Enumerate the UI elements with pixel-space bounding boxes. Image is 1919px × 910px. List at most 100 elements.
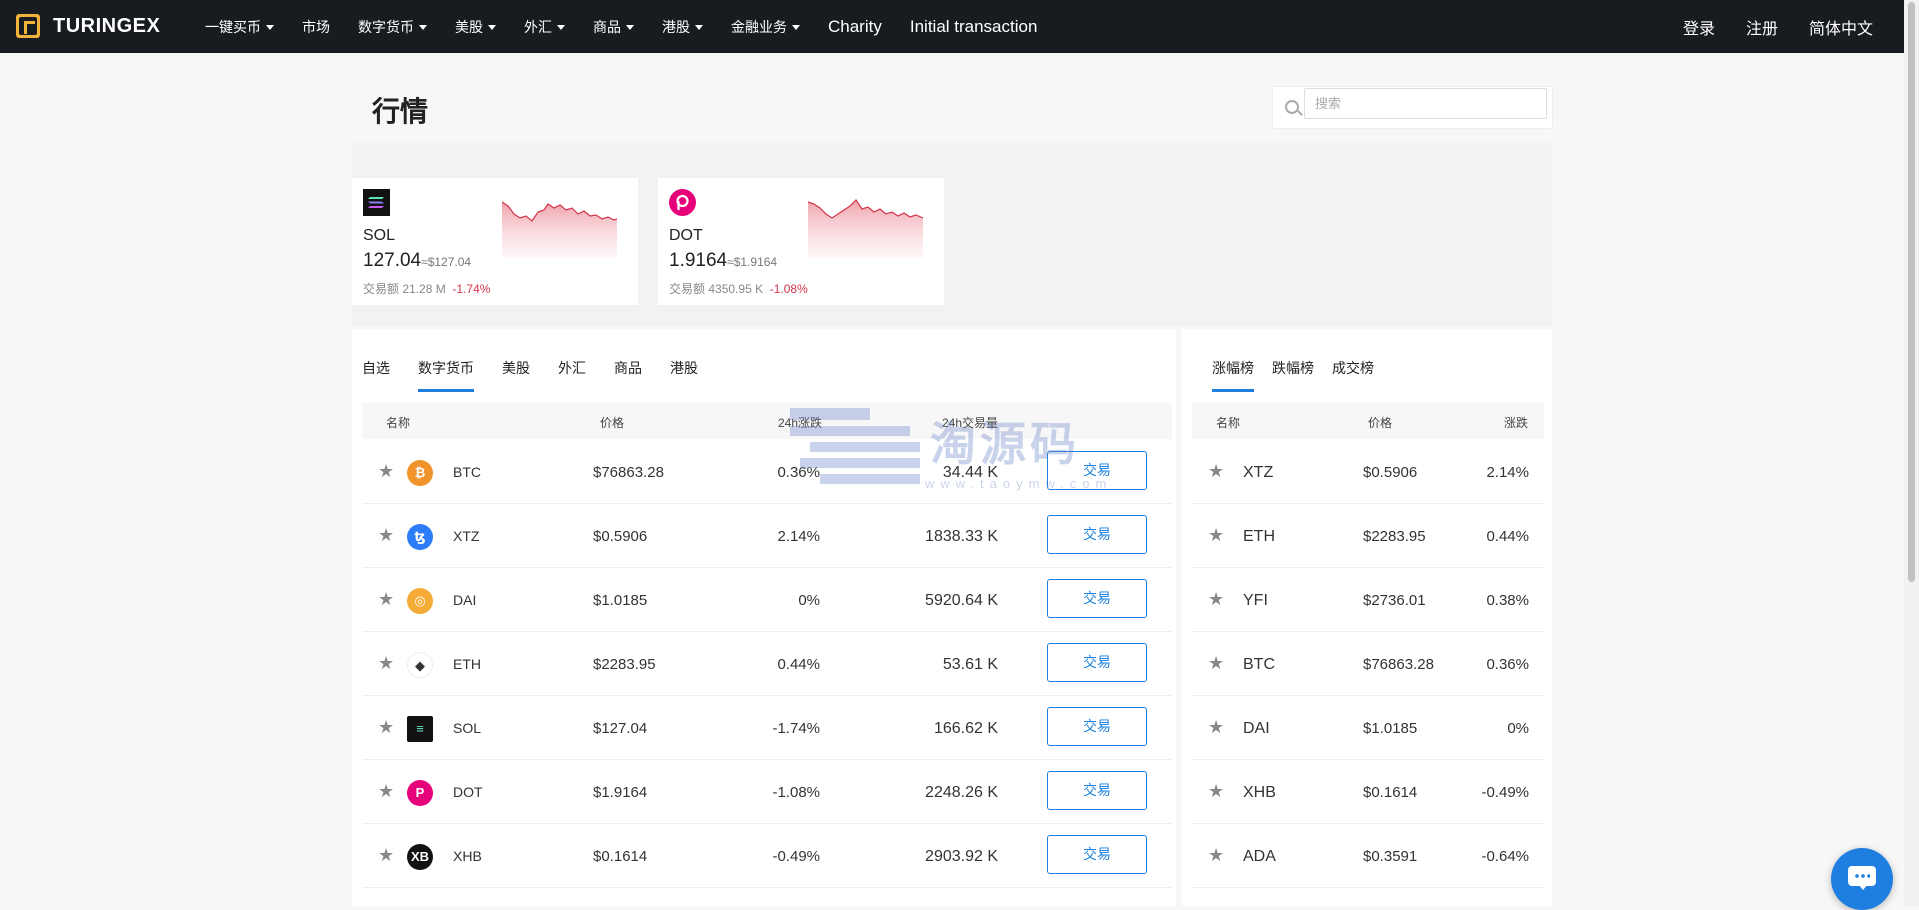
- coin-price: $2283.95: [593, 656, 656, 673]
- chevron-down-icon: [792, 25, 800, 30]
- sparkline-chart: [502, 201, 617, 258]
- coin-price: $76863.28: [593, 464, 664, 481]
- nav-item-buy-crypto[interactable]: 一键买币: [205, 17, 274, 37]
- ethereum-icon: ◆: [407, 652, 433, 678]
- dai-icon: ◎: [407, 588, 433, 614]
- favorite-star-icon[interactable]: ★: [1208, 846, 1226, 864]
- favorite-star-icon[interactable]: ★: [378, 782, 396, 800]
- favorite-star-icon[interactable]: ★: [1208, 526, 1226, 544]
- ranking-row[interactable]: ★ ETH $2283.95 0.44%: [1192, 504, 1544, 568]
- coin-symbol: BTC: [453, 464, 481, 480]
- nav-label: 美股: [455, 18, 483, 35]
- trade-button[interactable]: 交易: [1047, 707, 1147, 746]
- trade-button[interactable]: 交易: [1047, 451, 1147, 490]
- table-row[interactable]: ★ ₿ BTC $76863.28 0.36% 34.44 K 交易: [362, 440, 1172, 504]
- coin-price: $76863.28: [1363, 656, 1434, 673]
- card-price-value: 1.9164: [669, 250, 728, 271]
- favorite-star-icon[interactable]: ★: [378, 462, 396, 480]
- solana-icon: [363, 189, 390, 216]
- table-row[interactable]: ★ ◆ ETH $2283.95 0.44% 53.61 K 交易: [362, 632, 1172, 696]
- scrollbar-thumb[interactable]: [1908, 2, 1915, 582]
- login-link[interactable]: 登录: [1683, 15, 1715, 39]
- bitcoin-icon: ₿: [407, 460, 433, 486]
- table-row[interactable]: ★ ◎ DAI $1.0185 0% 5920.64 K 交易: [362, 568, 1172, 632]
- favorite-star-icon[interactable]: ★: [1208, 462, 1226, 480]
- page-title: 行情: [372, 96, 429, 127]
- sparkline-chart: [808, 199, 923, 258]
- search-input[interactable]: [1304, 88, 1547, 119]
- table-row[interactable]: ★ ≡ SOL $127.04 -1.74% 166.62 K 交易: [362, 696, 1172, 760]
- tab-commodities[interactable]: 商品: [614, 358, 642, 378]
- top-navbar: TURINGEX 一键买币 市场 数字货币 美股 外汇 商品 港股 金融业务 C…: [0, 0, 1919, 53]
- nav-item-crypto[interactable]: 数字货币: [358, 17, 427, 37]
- tab-volume[interactable]: 成交榜: [1332, 358, 1374, 378]
- logo-text: TURINGEX: [53, 14, 161, 37]
- ranking-table-header: 名称 价格 涨跌: [1192, 403, 1544, 439]
- trade-button[interactable]: 交易: [1047, 643, 1147, 682]
- ranking-row[interactable]: ★ XHB $0.1614 -0.49%: [1192, 760, 1544, 824]
- nav-item-initial-transaction[interactable]: Initial transaction: [910, 17, 1038, 37]
- card-price-usd: ≈$127.04: [421, 255, 472, 269]
- ranking-tabs: 涨幅榜 跌幅榜 成交榜: [1212, 358, 1402, 392]
- register-link[interactable]: 注册: [1746, 15, 1778, 39]
- chevron-down-icon: [488, 25, 496, 30]
- coin-price: $2283.95: [1363, 528, 1426, 545]
- table-row[interactable]: ★ P DOT $1.9164 -1.08% 2248.26 K 交易: [362, 760, 1172, 824]
- trade-button[interactable]: 交易: [1047, 579, 1147, 618]
- table-row[interactable]: ★ ꜩ XTZ $0.5906 2.14% 1838.33 K 交易: [362, 504, 1172, 568]
- logo[interactable]: TURINGEX: [16, 14, 160, 38]
- nav-item-forex[interactable]: 外汇: [524, 17, 565, 37]
- nav-item-charity[interactable]: Charity: [828, 17, 882, 37]
- coin-change: -0.49%: [1481, 784, 1529, 801]
- nav-item-market[interactable]: 市场: [302, 17, 330, 37]
- card-price: 127.04≈$127.04: [363, 250, 471, 272]
- tab-losers[interactable]: 跌幅榜: [1272, 358, 1314, 378]
- trade-button[interactable]: 交易: [1047, 835, 1147, 874]
- favorite-star-icon[interactable]: ★: [378, 718, 396, 736]
- main-nav: 一键买币 市场 数字货币 美股 外汇 商品 港股 金融业务 Charity In…: [205, 0, 1065, 53]
- nav-label: 港股: [662, 18, 690, 35]
- column-header-name: 名称: [1216, 416, 1241, 430]
- ranking-row[interactable]: ★ BTC $76863.28 0.36%: [1192, 632, 1544, 696]
- coin-price: $2736.01: [1363, 592, 1426, 609]
- tab-hk-stocks[interactable]: 港股: [670, 358, 698, 378]
- nav-item-us-stocks[interactable]: 美股: [455, 17, 496, 37]
- coin-price: $0.1614: [1363, 784, 1418, 801]
- market-table-header: 名称 价格 24h涨跌 24h交易量: [362, 403, 1172, 439]
- favorite-star-icon[interactable]: ★: [378, 590, 396, 608]
- ranking-row[interactable]: ★ XTZ $0.5906 2.14%: [1192, 440, 1544, 504]
- favorite-star-icon[interactable]: ★: [1208, 718, 1226, 736]
- coin-symbol: DAI: [453, 592, 477, 608]
- favorite-star-icon[interactable]: ★: [1208, 654, 1226, 672]
- search-icon[interactable]: [1285, 100, 1299, 114]
- chat-support-button[interactable]: [1831, 848, 1893, 910]
- tab-crypto[interactable]: 数字货币: [418, 358, 474, 392]
- coin-symbol: ADA: [1243, 848, 1276, 865]
- ranking-row[interactable]: ★ YFI $2736.01 0.38%: [1192, 568, 1544, 632]
- favorite-star-icon[interactable]: ★: [1208, 590, 1226, 608]
- table-row[interactable]: ★ XB XHB $0.1614 -0.49% 2903.92 K 交易: [362, 824, 1172, 888]
- tab-us-stocks[interactable]: 美股: [502, 358, 530, 378]
- page-scrollbar[interactable]: [1904, 0, 1919, 906]
- nav-item-hk-stocks[interactable]: 港股: [662, 17, 703, 37]
- ranking-row[interactable]: ★ ADA $0.3591 -0.64%: [1192, 824, 1544, 888]
- trade-button[interactable]: 交易: [1047, 515, 1147, 554]
- coin-volume: 1838.33 K: [925, 528, 998, 545]
- favorite-star-icon[interactable]: ★: [1208, 782, 1226, 800]
- tab-forex[interactable]: 外汇: [558, 358, 586, 378]
- favorite-star-icon[interactable]: ★: [378, 846, 396, 864]
- user-nav: 登录 注册 简体中文: [1652, 0, 1873, 53]
- tab-favorites[interactable]: 自选: [362, 358, 390, 378]
- coin-volume: 166.62 K: [933, 720, 998, 737]
- favorite-star-icon[interactable]: ★: [378, 654, 396, 672]
- tab-gainers[interactable]: 涨幅榜: [1212, 358, 1254, 392]
- trade-button[interactable]: 交易: [1047, 771, 1147, 810]
- nav-item-finance[interactable]: 金融业务: [731, 17, 800, 37]
- favorite-star-icon[interactable]: ★: [378, 526, 396, 544]
- language-selector[interactable]: 简体中文: [1809, 15, 1873, 39]
- featured-card-sol[interactable]: SOL 127.04≈$127.04 交易额 21.28 M -1.74%: [352, 178, 638, 305]
- card-volume-label: 交易额: [363, 282, 400, 296]
- nav-item-commodities[interactable]: 商品: [593, 17, 634, 37]
- featured-card-dot[interactable]: DOT 1.9164≈$1.9164 交易额 4350.95 K -1.08%: [658, 178, 944, 305]
- ranking-row[interactable]: ★ DAI $1.0185 0%: [1192, 696, 1544, 760]
